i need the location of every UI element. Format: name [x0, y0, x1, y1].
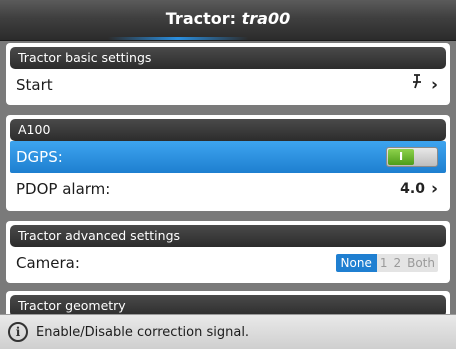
- section-header-basic: Tractor basic settings: [10, 47, 446, 69]
- pdop-alarm-label: PDOP alarm:: [16, 180, 111, 198]
- camera-option-both[interactable]: Both: [404, 254, 438, 272]
- pin-icon: [409, 69, 425, 101]
- settings-frame: Tractor basic settings Start › A100 DGPS…: [0, 41, 456, 349]
- panel-a100: A100 DGPS: I PDOP alarm: 4.0 ›: [6, 115, 450, 211]
- pdop-alarm-value: 4.0: [400, 181, 425, 197]
- camera-label: Camera:: [16, 254, 80, 272]
- camera-row: Camera: None 1 2 Both: [10, 247, 446, 279]
- section-header-a100: A100: [10, 119, 446, 141]
- section-header-advanced: Tractor advanced settings: [10, 225, 446, 247]
- window-title-name: tra00: [241, 9, 291, 28]
- toggle-on-indicator: I: [388, 149, 414, 165]
- camera-option-none[interactable]: None: [335, 254, 377, 272]
- camera-selector: None 1 2 Both: [335, 254, 438, 272]
- dgps-toggle[interactable]: I: [386, 147, 438, 167]
- start-row[interactable]: Start ›: [10, 69, 446, 101]
- camera-option-1[interactable]: 1: [376, 254, 391, 272]
- dgps-label: DGPS:: [16, 148, 63, 166]
- camera-option-2[interactable]: 2: [390, 254, 405, 272]
- dgps-row[interactable]: DGPS: I: [10, 141, 446, 173]
- window-title-prefix: Tractor:: [165, 9, 237, 28]
- info-icon: i: [8, 322, 28, 342]
- status-bar: i Enable/Disable correction signal.: [0, 314, 456, 349]
- panel-advanced-settings: Tractor advanced settings Camera: None 1…: [6, 221, 450, 283]
- chevron-right-icon: ›: [430, 179, 438, 199]
- status-text: Enable/Disable correction signal.: [36, 324, 250, 340]
- chevron-right-icon: ›: [430, 75, 438, 95]
- window-title-bar: Tractor: tra00: [0, 0, 456, 41]
- start-label: Start: [16, 76, 53, 94]
- pdop-alarm-row[interactable]: PDOP alarm: 4.0 ›: [10, 173, 446, 205]
- panel-basic-settings: Tractor basic settings Start ›: [6, 43, 450, 105]
- title-accent-line: [108, 37, 248, 40]
